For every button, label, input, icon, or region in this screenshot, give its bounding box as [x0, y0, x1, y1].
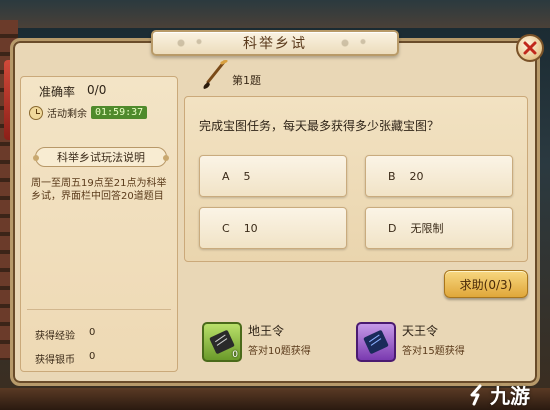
option-b[interactable]: B 20 — [365, 155, 513, 197]
accuracy-label: 准确率 — [39, 85, 76, 99]
rules-text: 周一至周五19点至21点为科举乡试，界面栏中回答20道题目 — [31, 178, 167, 202]
option-text: 20 — [409, 169, 424, 183]
close-icon — [523, 41, 537, 55]
option-c[interactable]: C 10 — [199, 207, 347, 249]
reward-item[interactable]: 天王令 答对15题获得 — [356, 322, 465, 362]
cloud-decoration — [327, 36, 387, 50]
option-text: 10 — [243, 221, 258, 235]
question-text: 完成宝图任务，每天最多获得多少张藏宝图？ — [199, 119, 440, 133]
option-text: 5 — [243, 169, 251, 183]
reward-desc: 答对10题获得 — [248, 346, 311, 357]
title-plate: 科举乡试 — [151, 30, 399, 56]
reward-name: 地王令 — [248, 324, 285, 338]
exp-value: 0 — [89, 327, 96, 338]
option-a[interactable]: A 5 — [199, 155, 347, 197]
jiuyou-logo-icon — [470, 384, 482, 405]
reward-item[interactable]: 0 地王令 答对10题获得 — [202, 322, 311, 362]
option-d[interactable]: D 无限制 — [365, 207, 513, 249]
option-text: 无限制 — [410, 222, 444, 235]
reward-count: 0 — [232, 350, 238, 360]
option-letter: B — [388, 169, 396, 183]
divider — [27, 309, 171, 310]
accuracy-row: 准确率 0/0 — [39, 83, 106, 100]
reward-icon-slot — [356, 322, 396, 362]
option-letter: C — [222, 221, 230, 235]
brush-icon — [203, 60, 228, 89]
question-number: 第1题 — [232, 74, 261, 87]
watermark: 九游 — [466, 380, 530, 409]
close-button[interactable] — [516, 34, 544, 62]
option-letter: D — [388, 221, 397, 235]
scroll-icon — [363, 330, 389, 354]
cloud-decoration — [163, 36, 223, 50]
help-button[interactable]: 求助(0/3) — [444, 270, 528, 298]
exp-stat: 获得经验 0 — [35, 327, 95, 342]
timer-label: 活动剩余 — [47, 109, 87, 120]
silver-value: 0 — [89, 351, 96, 362]
question-header: 第1题 — [200, 60, 261, 90]
accuracy-value: 0/0 — [87, 83, 107, 97]
reward-info: 地王令 答对10题获得 — [248, 322, 311, 362]
exp-label: 获得经验 — [35, 331, 75, 342]
timer-value: 01:59:37 — [91, 106, 148, 119]
reward-name: 天王令 — [402, 324, 439, 338]
reward-info: 天王令 答对15题获得 — [402, 322, 465, 362]
scene-roof — [0, 0, 550, 28]
rules-title: 科举乡试玩法说明 — [33, 147, 169, 167]
silver-stat: 获得银币 0 — [35, 351, 95, 366]
watermark-text: 九游 — [490, 384, 530, 408]
question-panel: 完成宝图任务，每天最多获得多少张藏宝图？ A 5 B 20 C 10 D 无限制 — [184, 96, 528, 262]
option-letter: A — [222, 169, 230, 183]
reward-desc: 答对15题获得 — [402, 346, 465, 357]
reward-icon-slot: 0 — [202, 322, 242, 362]
silver-label: 获得银币 — [35, 355, 75, 366]
info-panel: 准确率 0/0 活动剩余 01:59:37 科举乡试玩法说明 周一至周五19点至… — [20, 76, 178, 372]
clock-icon — [29, 105, 43, 120]
window-title: 科举乡试 — [243, 36, 307, 52]
timer-row: 活动剩余 01:59:37 — [29, 105, 148, 120]
